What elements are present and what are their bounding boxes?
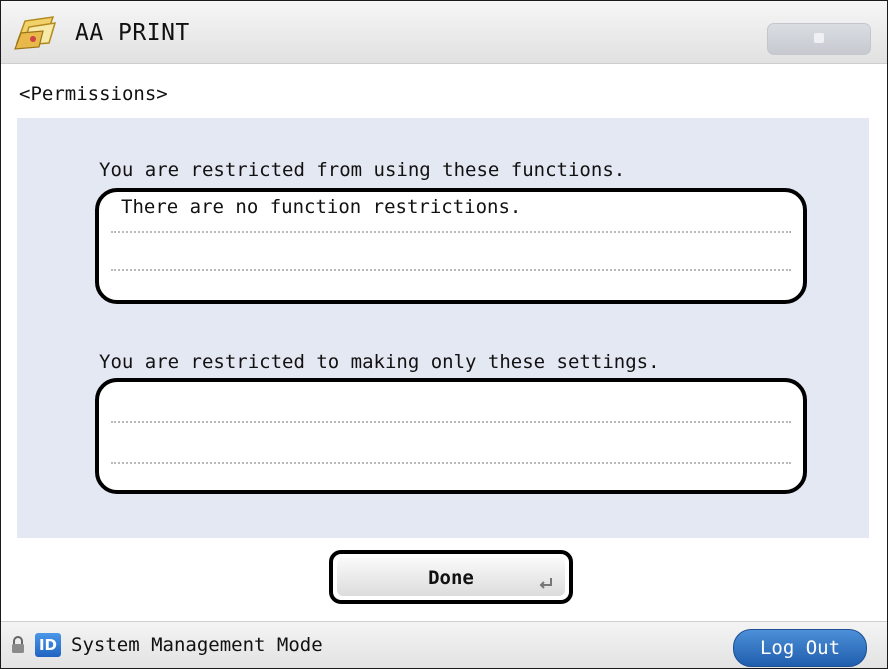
app-window: AA PRINT <Permissions> You are restricte… bbox=[0, 0, 888, 669]
restricted-settings-list bbox=[95, 378, 807, 494]
restricted-functions-message: There are no function restrictions. bbox=[121, 196, 522, 218]
dotted-divider bbox=[111, 462, 791, 464]
title-bar-button[interactable] bbox=[767, 23, 871, 55]
app-title: AA PRINT bbox=[75, 20, 190, 46]
status-bar: ID System Management Mode Log Out bbox=[1, 621, 887, 668]
title-bar: AA PRINT bbox=[1, 1, 887, 64]
done-button[interactable]: Done bbox=[329, 550, 573, 604]
restricted-functions-label: You are restricted from using these func… bbox=[99, 159, 626, 181]
done-button-face: Done bbox=[337, 558, 565, 596]
logout-button[interactable]: Log Out bbox=[733, 629, 867, 667]
dotted-divider bbox=[111, 421, 791, 423]
done-button-label: Done bbox=[428, 567, 474, 589]
restricted-functions-list: There are no function restrictions. bbox=[95, 188, 807, 304]
blank-button-icon bbox=[814, 33, 824, 43]
id-badge-icon: ID bbox=[35, 633, 61, 657]
lock-icon bbox=[12, 636, 24, 653]
aa-print-app-icon bbox=[14, 16, 57, 50]
dotted-divider bbox=[111, 269, 791, 271]
page-title: <Permissions> bbox=[19, 83, 168, 105]
restricted-settings-label: You are restricted to making only these … bbox=[99, 351, 660, 373]
system-mode-label: System Management Mode bbox=[71, 634, 323, 656]
enter-corner-icon bbox=[539, 578, 552, 589]
dotted-divider bbox=[111, 231, 791, 233]
